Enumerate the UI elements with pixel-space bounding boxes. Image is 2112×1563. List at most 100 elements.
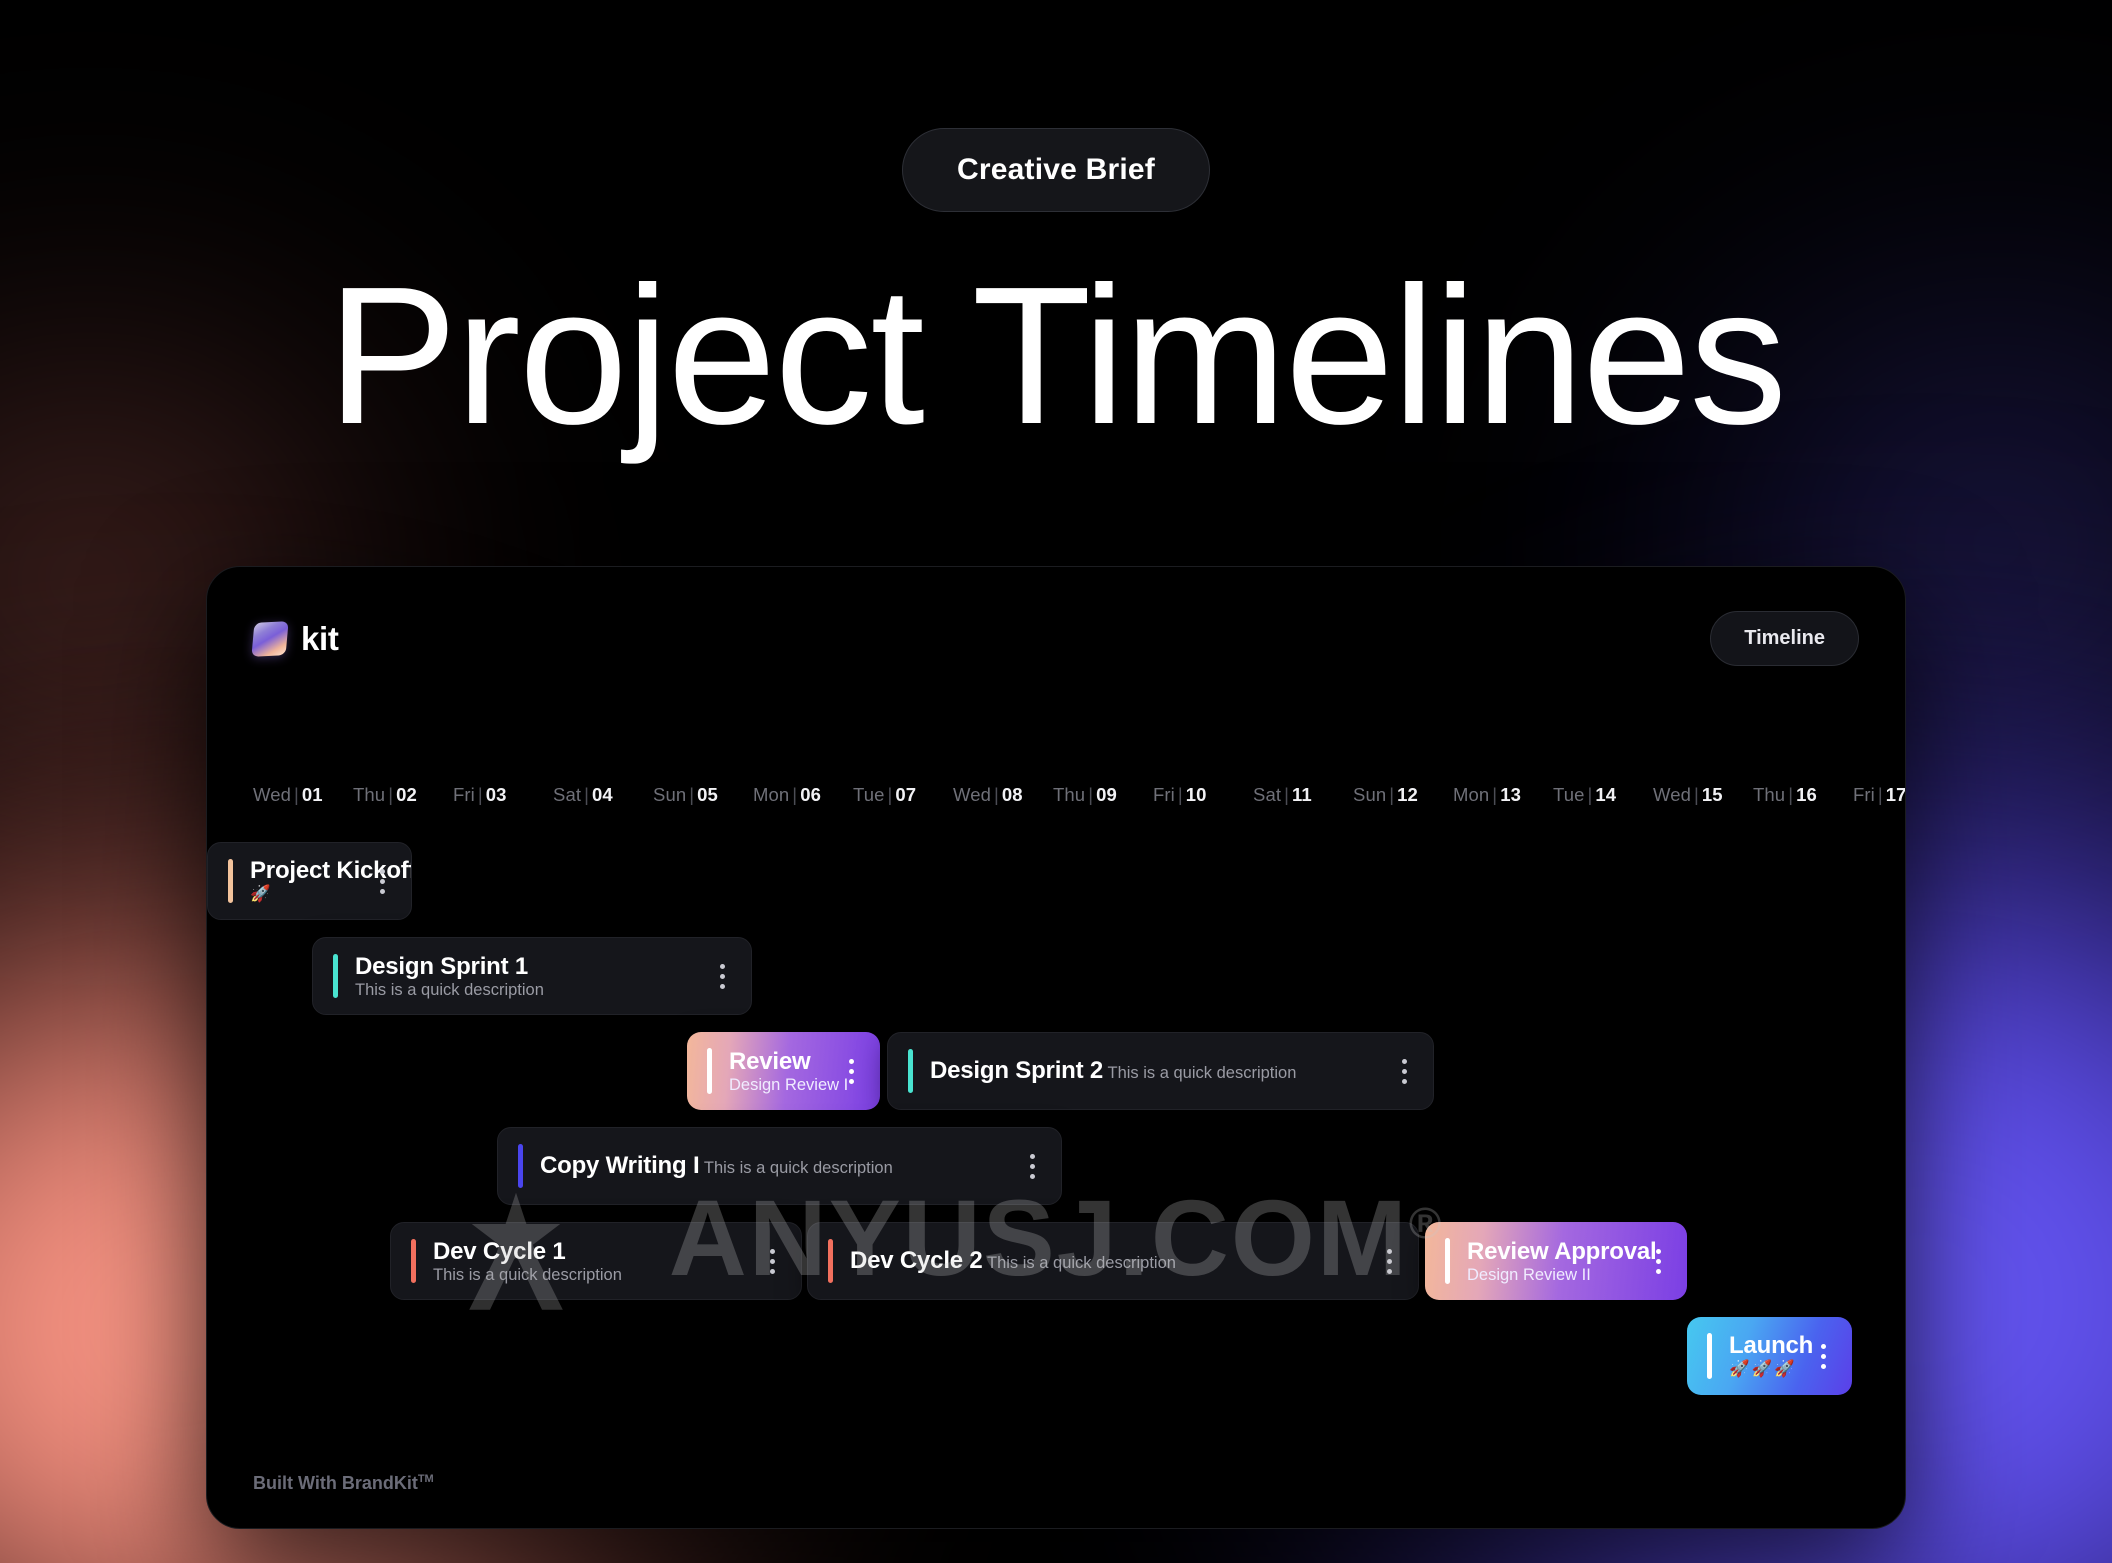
- ruler-day: Mon | 13: [1453, 784, 1553, 806]
- page-title: Project Timelines: [326, 246, 1787, 465]
- task-subtitle: 🚀: [250, 885, 273, 904]
- ruler-day-number: 06: [800, 784, 821, 805]
- ruler-day: Fri | 10: [1153, 784, 1253, 806]
- hero-section: Creative Brief Project Timelines: [0, 0, 2112, 454]
- footer-trademark: TM: [417, 1473, 434, 1485]
- ruler-day: Tue | 07: [853, 784, 953, 806]
- ruler-day-separator: |: [887, 784, 893, 805]
- ruler-day-name: Fri: [1153, 784, 1175, 805]
- footer-label: Built With BrandKit: [253, 1473, 418, 1493]
- task-title: Review: [729, 1047, 811, 1075]
- task-menu-icon[interactable]: [761, 1246, 783, 1276]
- ruler-day: Fri | 03: [453, 784, 553, 806]
- task-menu-icon[interactable]: [371, 866, 393, 896]
- task-text: Design Sprint 2 This is a quick descript…: [913, 1057, 1383, 1085]
- task-bar-dev-cycle-2[interactable]: Dev Cycle 2 This is a quick description: [807, 1222, 1419, 1300]
- ruler-day: Thu | 02: [353, 784, 453, 806]
- task-bar-review-approval[interactable]: Review Approval Design Review II: [1425, 1222, 1687, 1300]
- ruler-day-separator: |: [388, 784, 394, 805]
- page-root: Creative Brief Project Timelines kit Tim…: [0, 0, 2112, 1563]
- ruler-day: Mon | 06: [753, 784, 853, 806]
- ruler-day-name: Tue: [853, 784, 885, 805]
- task-menu-icon[interactable]: [711, 961, 733, 991]
- ruler-day-name: Sat: [553, 784, 582, 805]
- ruler-day-name: Wed: [1653, 784, 1692, 805]
- ruler-day-number: 09: [1096, 784, 1117, 805]
- ruler-day: Wed | 01: [253, 784, 353, 806]
- date-ruler: Wed | 01 Thu | 02 Fri | 03 Sat | 04 Sun | 05 Mon | 06 Tue |…: [207, 784, 1905, 806]
- ruler-day: Wed | 15: [1653, 784, 1753, 806]
- ruler-day-separator: |: [584, 784, 589, 805]
- task-menu-icon[interactable]: [840, 1056, 862, 1086]
- app-footer: Built With BrandKitTM: [253, 1473, 434, 1494]
- ruler-day-separator: |: [1694, 784, 1699, 805]
- ruler-day-separator: |: [477, 784, 483, 805]
- task-bar-design-sprint-2[interactable]: Design Sprint 2 This is a quick descript…: [887, 1032, 1434, 1110]
- ruler-day-number: 03: [485, 784, 507, 805]
- creative-brief-badge[interactable]: Creative Brief: [902, 128, 1210, 212]
- brand-name: kit: [301, 619, 339, 657]
- task-text: Dev Cycle 1 This is a quick description: [416, 1238, 751, 1285]
- brand: kit: [251, 619, 339, 658]
- ruler-day-number: 12: [1397, 784, 1418, 805]
- ruler-day: Sat | 11: [1253, 784, 1353, 806]
- task-menu-icon[interactable]: [1812, 1341, 1834, 1371]
- ruler-day-separator: |: [689, 784, 695, 805]
- ruler-day: Thu | 16: [1753, 784, 1853, 806]
- ruler-day-number: 13: [1500, 784, 1521, 805]
- ruler-day-separator: |: [294, 784, 299, 805]
- task-text: Review Design Review I: [712, 1047, 848, 1095]
- ruler-day-separator: |: [1088, 784, 1094, 805]
- timeline-view-button[interactable]: Timeline: [1710, 611, 1859, 666]
- task-bar-launch[interactable]: Launch 🚀🚀🚀: [1687, 1317, 1852, 1395]
- task-bar-design-sprint-1[interactable]: Design Sprint 1 This is a quick descript…: [312, 937, 752, 1015]
- task-bar-copy-writing-1[interactable]: Copy Writing I This is a quick descripti…: [497, 1127, 1062, 1205]
- ruler-day-separator: |: [1587, 784, 1593, 805]
- brandkit-logo-icon: [251, 620, 289, 657]
- ruler-day-number: 01: [301, 784, 323, 805]
- task-menu-icon[interactable]: [1378, 1246, 1400, 1276]
- ruler-day-name: Sun: [1353, 784, 1387, 805]
- task-title: Dev Cycle 1: [433, 1237, 566, 1265]
- ruler-day-separator: |: [1177, 784, 1183, 805]
- ruler-day-name: Wed: [253, 784, 292, 805]
- ruler-day-name: Mon: [753, 784, 790, 805]
- ruler-day-separator: |: [994, 784, 999, 805]
- ruler-day-name: Tue: [1553, 784, 1585, 805]
- task-subtitle: This is a quick description: [1107, 1064, 1297, 1082]
- ruler-day-number: 15: [1701, 784, 1723, 805]
- ruler-day-number: 14: [1595, 784, 1617, 805]
- task-bar-review[interactable]: Review Design Review I: [687, 1032, 880, 1110]
- ruler-day-number: 10: [1185, 784, 1207, 805]
- task-title: Launch: [1729, 1332, 1814, 1360]
- ruler-day-number: 08: [1001, 784, 1023, 805]
- app-topbar: kit Timeline: [207, 567, 1905, 666]
- task-menu-icon[interactable]: [1021, 1151, 1043, 1181]
- task-menu-icon[interactable]: [1647, 1246, 1669, 1276]
- ruler-day-number: 11: [1291, 784, 1312, 805]
- ruler-day-number: 07: [895, 784, 917, 805]
- ruler-day: Sat | 04: [553, 784, 653, 806]
- task-title: Copy Writing I: [540, 1152, 700, 1179]
- ruler-day-name: Fri: [1853, 784, 1875, 805]
- ruler-day-number: 04: [591, 784, 613, 805]
- ruler-day-separator: |: [1788, 784, 1794, 805]
- ruler-day-name: Mon: [1453, 784, 1490, 805]
- ruler-day-separator: |: [1877, 784, 1883, 805]
- task-bar-dev-cycle-1[interactable]: Dev Cycle 1 This is a quick description: [390, 1222, 802, 1300]
- task-title: Review Approval: [1467, 1237, 1657, 1265]
- task-text: Launch 🚀🚀🚀: [1712, 1332, 1813, 1380]
- task-title: Design Sprint 2: [930, 1057, 1104, 1084]
- ruler-day-number: 02: [396, 784, 417, 805]
- task-subtitle: 🚀🚀🚀: [1729, 1360, 1797, 1379]
- ruler-day-name: Wed: [953, 784, 992, 805]
- ruler-day: Thu | 09: [1053, 784, 1153, 806]
- task-bar-project-kickoff[interactable]: Project Kickoff 🚀: [207, 842, 412, 920]
- task-text: Design Sprint 1 This is a quick descript…: [338, 953, 701, 1000]
- ruler-day-number: 17: [1885, 784, 1906, 805]
- task-menu-icon[interactable]: [1393, 1056, 1415, 1086]
- ruler-day-name: Thu: [1053, 784, 1086, 805]
- timeline-app-card: kit Timeline Wed | 01 Thu | 02 Fri | 03 Sat | 04 Sun…: [206, 566, 1906, 1529]
- ruler-day-separator: |: [792, 784, 798, 805]
- ruler-day-name: Sun: [653, 784, 687, 805]
